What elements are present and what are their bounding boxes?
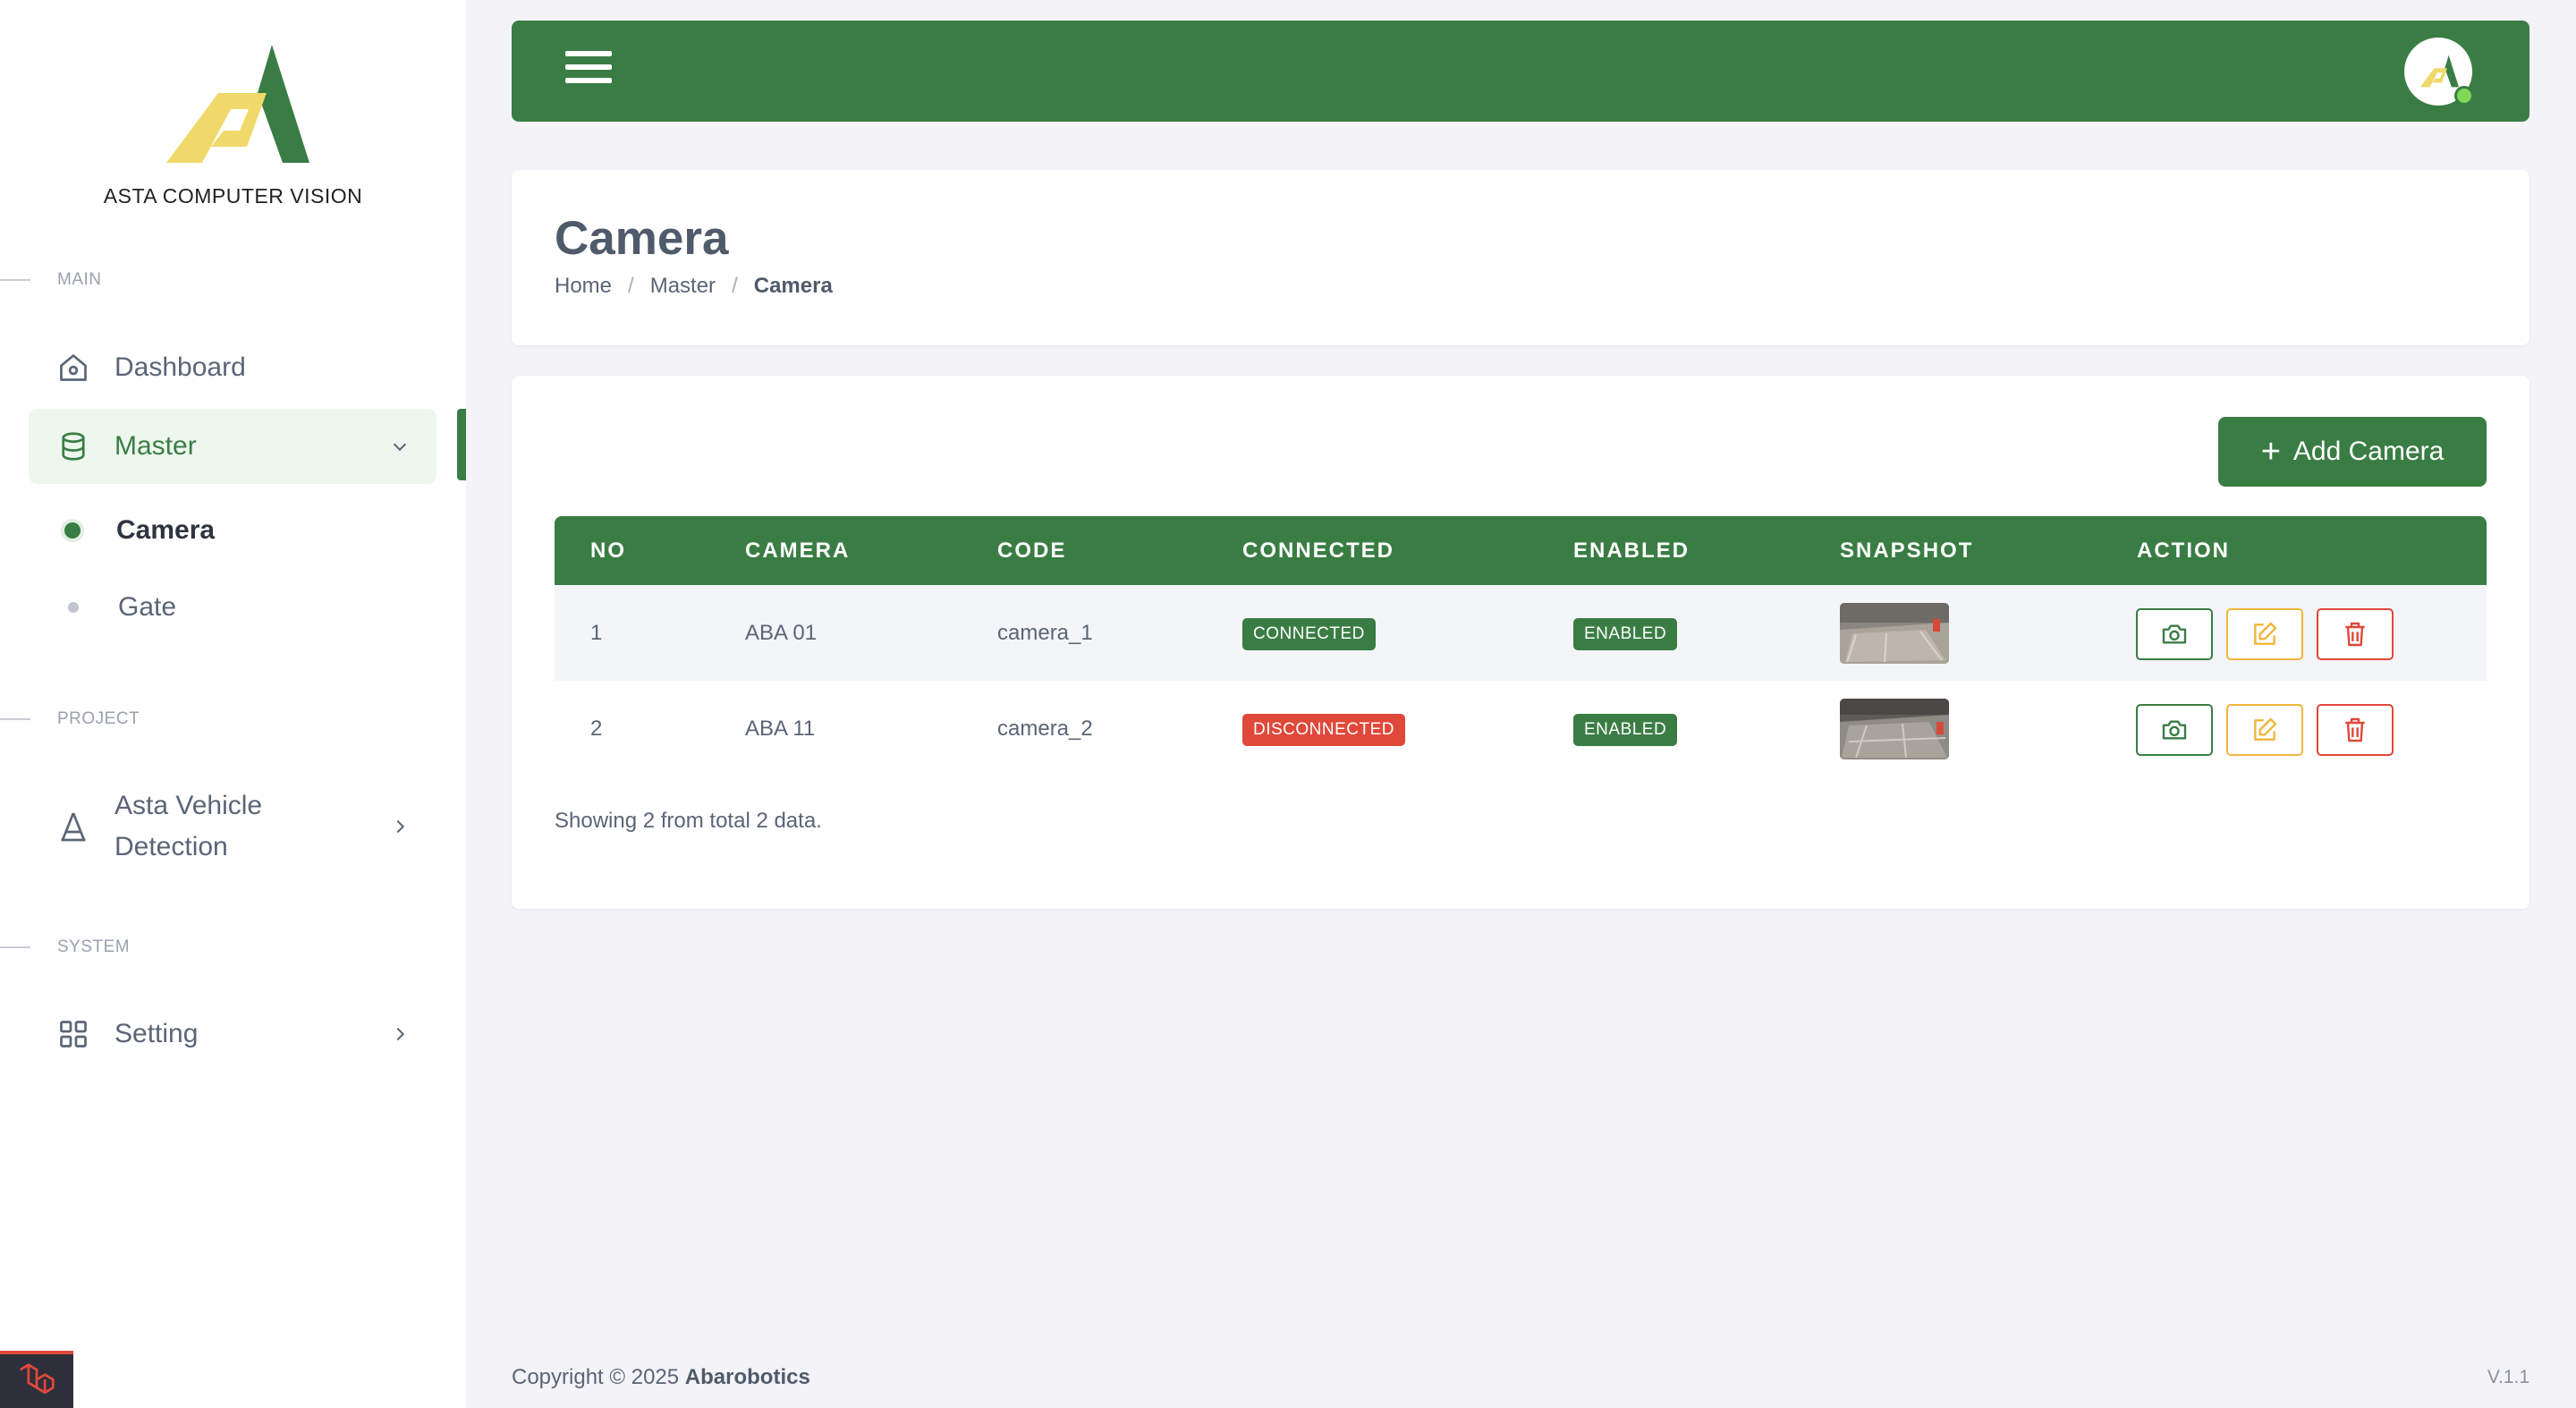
cell-no: 1	[590, 621, 603, 645]
sidebar-item-asta-vehicle-detection[interactable]: Asta Vehicle Detection	[29, 782, 436, 871]
bullet-icon	[68, 602, 79, 613]
sidebar-item-label: Dashboard	[114, 352, 246, 382]
section-label-project: PROJECT	[0, 709, 140, 729]
section-label-main: MAIN	[0, 270, 102, 290]
brand-logo-icon	[165, 45, 309, 163]
column-header-snapshot: SNAPSHOT	[1840, 539, 1974, 563]
page-title: Camera	[555, 212, 729, 265]
status-badge: CONNECTED	[1242, 617, 1376, 650]
company-link[interactable]: Abarobotics	[685, 1365, 810, 1389]
column-header-code: CODE	[997, 539, 1067, 563]
top-bar	[512, 21, 2529, 122]
column-header-action: ACTION	[2137, 539, 2230, 563]
table-row: 2 ABA 11 camera_2 DISCONNECTED ENABLED	[555, 681, 2487, 776]
snapshot-button[interactable]	[2136, 608, 2213, 660]
online-status-dot	[2454, 86, 2474, 106]
sidebar-item-setting[interactable]: Setting	[29, 997, 436, 1072]
section-label-system: SYSTEM	[0, 937, 130, 957]
sidebar: ASTA COMPUTER VISION MAIN Dashboard Mast…	[0, 0, 466, 1408]
cell-code: camera_1	[997, 621, 1093, 645]
laravel-icon	[19, 1363, 55, 1395]
sidebar-item-label: Master	[114, 431, 197, 461]
active-indicator	[457, 409, 466, 480]
sidebar-item-dashboard[interactable]: Dashboard	[29, 330, 436, 405]
asta-icon	[61, 812, 86, 842]
sidebar-item-label: Detection	[114, 832, 228, 861]
plus-icon: +	[2260, 433, 2281, 471]
brand-logo-icon	[2419, 55, 2459, 88]
column-header-no: NO	[590, 539, 626, 563]
edit-icon	[2254, 622, 2277, 645]
database-icon	[62, 432, 85, 461]
edit-button[interactable]	[2226, 704, 2303, 756]
sidebar-subitem-gate[interactable]: Gate	[64, 592, 176, 623]
table-summary: Showing 2 from total 2 data.	[555, 809, 822, 833]
sidebar-item-master[interactable]: Master	[29, 409, 436, 484]
cell-enabled: ENABLED	[1573, 585, 1678, 681]
chevron-down-icon	[393, 443, 407, 452]
delete-button[interactable]	[2317, 704, 2394, 756]
cell-no: 2	[590, 717, 603, 741]
brand-name: ASTA COMPUTER VISION	[103, 184, 363, 208]
breadcrumb-home[interactable]: Home	[555, 274, 612, 299]
chevron-right-icon	[396, 819, 405, 834]
breadcrumb-master[interactable]: Master	[650, 274, 716, 299]
camera-icon	[2162, 624, 2187, 644]
breadcrumb-current: Camera	[753, 274, 833, 298]
add-camera-button[interactable]: + Add Camera	[2218, 417, 2487, 487]
chevron-right-icon	[396, 1027, 405, 1041]
snapshot-button[interactable]	[2136, 704, 2213, 756]
hamburger-icon[interactable]	[565, 51, 612, 90]
sidebar-item-label: Asta Vehicle	[114, 791, 263, 820]
bullet-icon	[64, 522, 80, 539]
user-avatar[interactable]	[2404, 38, 2474, 106]
cell-connected: DISCONNECTED	[1242, 681, 1406, 776]
cell-code: camera_2	[997, 717, 1093, 741]
copyright: Copyright © 2025 Abarobotics	[512, 1365, 810, 1389]
column-header-enabled: ENABLED	[1573, 539, 1690, 563]
snapshot-thumbnail[interactable]	[1840, 699, 1949, 759]
delete-button[interactable]	[2317, 608, 2394, 660]
column-header-connected: CONNECTED	[1242, 539, 1395, 563]
edit-icon	[2254, 717, 2277, 741]
column-header-camera: CAMERA	[745, 539, 851, 563]
brand[interactable]: ASTA COMPUTER VISION	[0, 39, 466, 208]
trash-icon	[2345, 717, 2365, 742]
app-version: V.1.1	[2487, 1367, 2529, 1387]
breadcrumb: Home / Master / Camera	[555, 274, 833, 299]
table-header: NO CAMERA CODE CONNECTED ENABLED SNAPSHO…	[555, 516, 2487, 585]
cell-camera: ABA 11	[745, 717, 816, 741]
page-header-card: Camera Home / Master / Camera	[512, 170, 2529, 345]
trash-icon	[2345, 622, 2365, 647]
status-badge: ENABLED	[1573, 713, 1678, 746]
camera-table-card: + Add Camera NO CAMERA CODE CONNECTED EN…	[512, 376, 2529, 909]
camera-icon	[2162, 720, 2187, 740]
snapshot-thumbnail[interactable]	[1840, 603, 1949, 664]
camera-table: NO CAMERA CODE CONNECTED ENABLED SNAPSHO…	[555, 516, 2487, 776]
cell-camera: ABA 01	[745, 621, 818, 645]
status-badge: DISCONNECTED	[1242, 713, 1406, 746]
status-badge: ENABLED	[1573, 617, 1678, 650]
sidebar-item-label: Setting	[114, 1019, 199, 1048]
edit-button[interactable]	[2226, 608, 2303, 660]
sidebar-subitem-camera[interactable]: Camera	[64, 515, 215, 546]
debugbar-toggle[interactable]	[0, 1351, 73, 1408]
home-icon	[60, 354, 87, 381]
cell-connected: CONNECTED	[1242, 585, 1376, 681]
grid-icon	[60, 1021, 87, 1048]
cell-enabled: ENABLED	[1573, 681, 1678, 776]
table-row: 1 ABA 01 camera_1 CONNECTED ENABLED	[555, 585, 2487, 681]
